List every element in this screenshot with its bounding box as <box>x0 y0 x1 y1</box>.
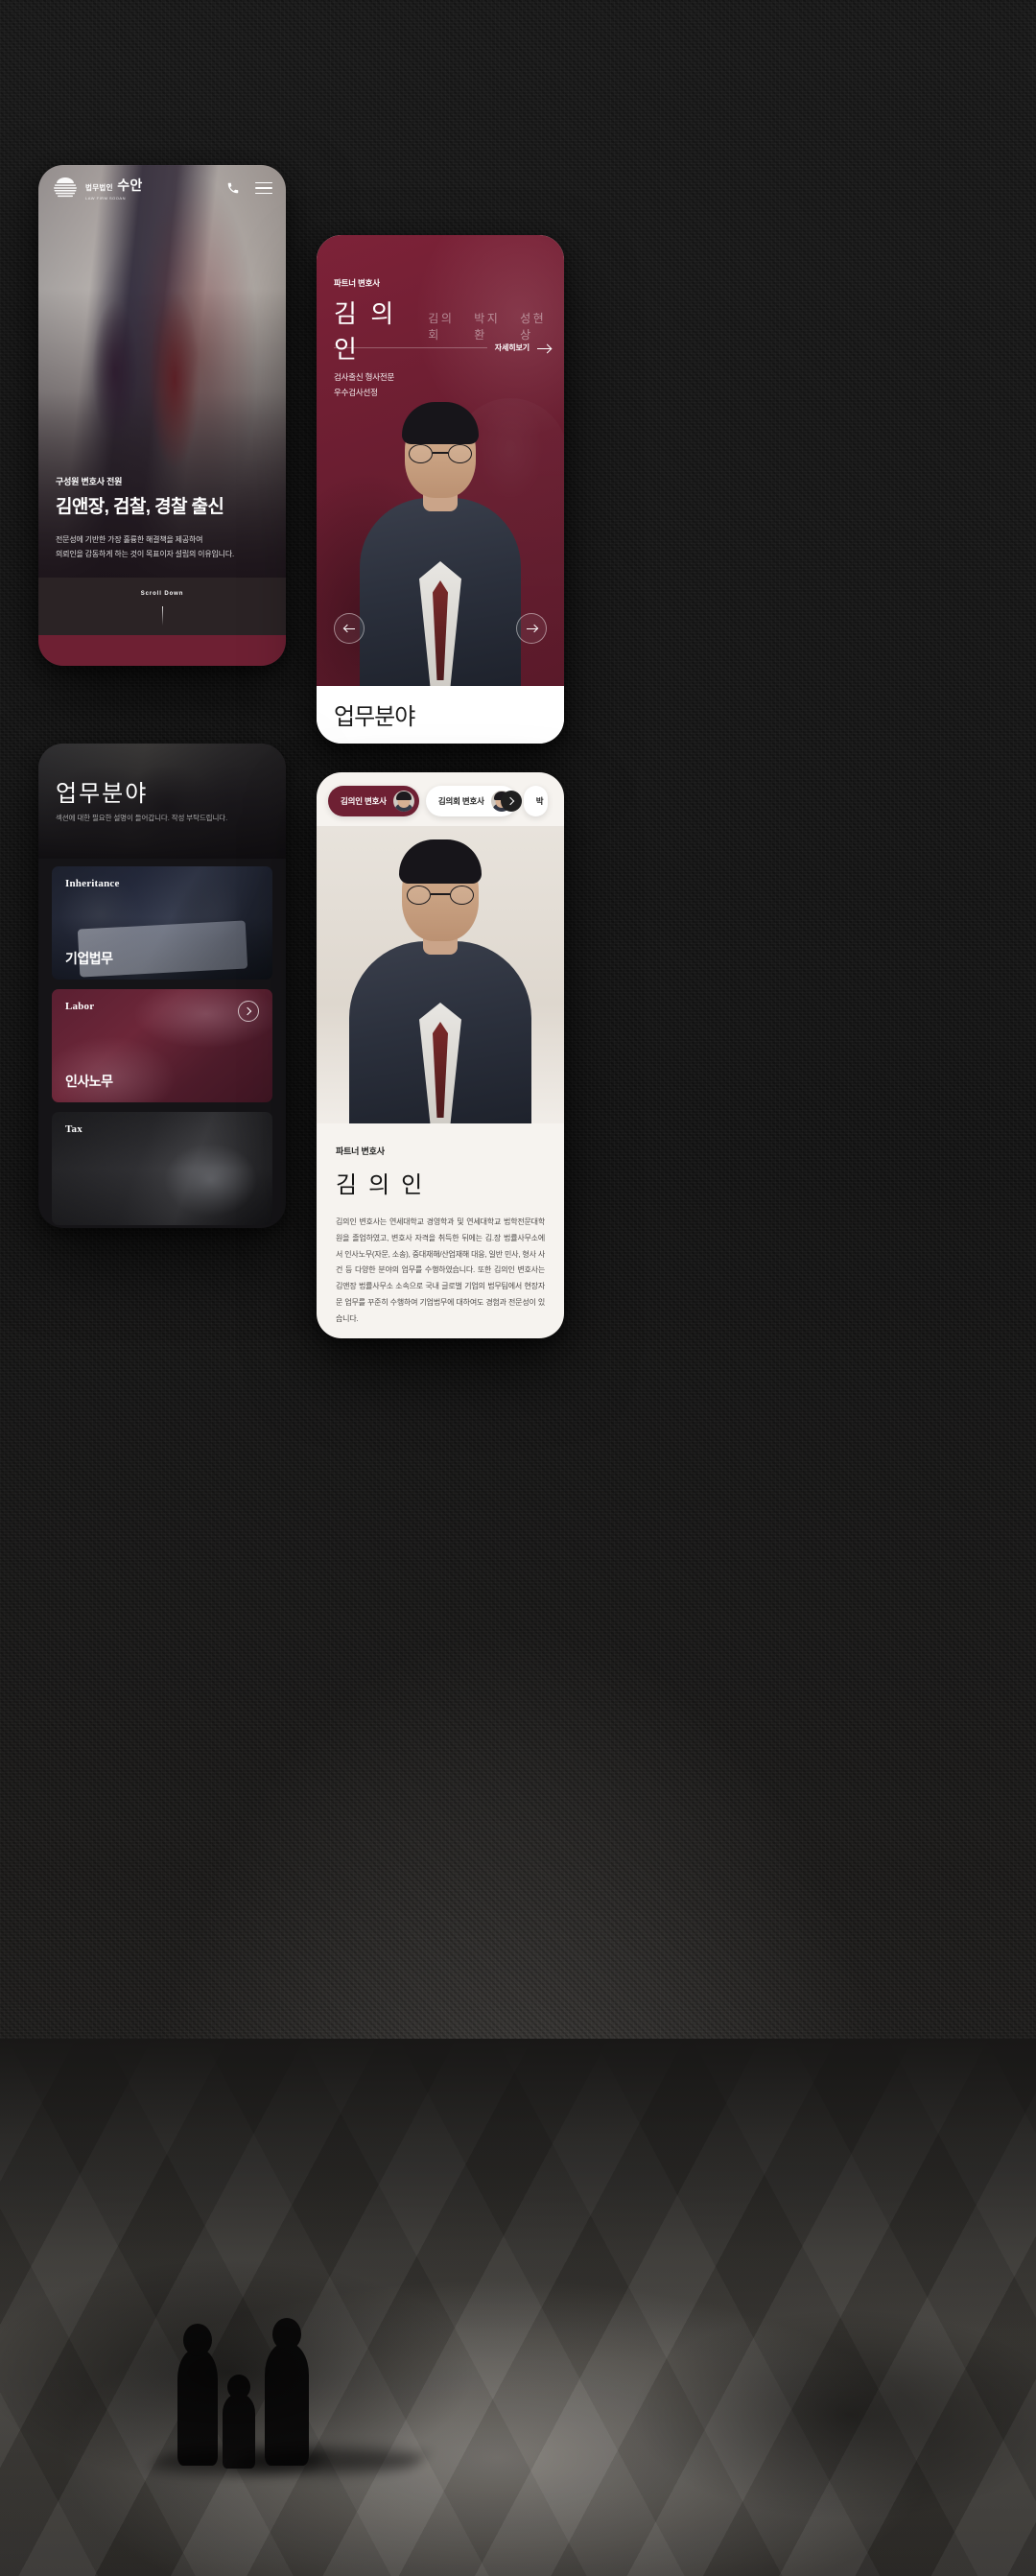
scroll-down-label: Scroll Down <box>140 591 184 597</box>
lawyer-tab-list: 김의인 변호사 김의회 변호사 박 <box>328 786 564 816</box>
lawyer-tab-label: 박 <box>535 796 544 806</box>
arrow-right-icon <box>537 344 551 352</box>
business-section-title: 업무분야 <box>56 782 149 807</box>
business-card-list: Inheritance 기업법무 Labor 인사노무 Tax <box>52 866 272 1225</box>
sooan-emblem-icon <box>52 177 79 200</box>
business-card-labor[interactable]: Labor 인사노무 <box>52 989 272 1102</box>
hero-description-line-2: 의뢰인을 감동하게 하는 것이 목표이자 설립의 이유입니다. <box>56 550 234 559</box>
mockup-lawyer-detail-screen: 김의인 변호사 김의회 변호사 박 파트너 변호사 김 의 인 김의인 변호사는… <box>317 772 564 1338</box>
avatar <box>392 791 414 812</box>
partner-more-label: 자세히보기 <box>494 343 530 352</box>
hamburger-menu-icon[interactable] <box>255 181 272 195</box>
partner-name-option[interactable]: 성현상 <box>520 310 551 343</box>
mockup-partner-screen: 파트너 변호사 김 의 인 김의회 박지환 성현상 자세히보기 검사출신 형사전… <box>317 235 564 744</box>
mockup-business-areas-screen: 업무분야 섹션에 대한 필요한 설명이 들어갑니다. 작성 부탁드립니다. In… <box>38 744 286 1228</box>
hero-copy-block: 구성원 변호사 전원 김앤장, 검찰, 경찰 출신 전문성에 기반한 가장 훌륭… <box>56 475 269 562</box>
silhouette-figure <box>224 2318 433 2473</box>
logo-ko-small: 법무법인 <box>85 183 113 192</box>
business-section-subtitle: 섹션에 대한 필요한 설명이 들어갑니다. 작성 부탁드립니다. <box>56 814 228 822</box>
next-section-peek: 업무분야 <box>317 686 564 744</box>
business-card-en-label: Tax <box>65 1123 82 1135</box>
lawyer-portrait-photo <box>317 826 564 1123</box>
partner-tag: 검사출신 형사전문 <box>334 372 395 382</box>
lawyer-role-label: 파트너 변호사 <box>336 1146 385 1156</box>
business-card-ko-label: 기업법무 <box>65 951 113 966</box>
partner-name-option[interactable]: 박지환 <box>474 310 505 343</box>
partner-carousel-nav <box>317 613 564 644</box>
lawyer-tab-label: 김의인 변호사 <box>341 796 387 806</box>
partner-eyebrow: 파트너 변호사 <box>334 278 380 288</box>
hero-title: 김앤장, 검찰, 경찰 출신 <box>56 497 224 518</box>
lawyer-tab-next-button[interactable] <box>501 791 522 812</box>
carousel-next-button[interactable] <box>516 613 547 644</box>
carousel-prev-button[interactable] <box>334 613 365 644</box>
lawyer-bio-block: 파트너 변호사 김 의 인 김의인 변호사는 연세대학교 경영학과 및 연세대학… <box>317 1123 564 1338</box>
business-card-en-label: Inheritance <box>65 878 120 889</box>
phone-icon[interactable] <box>226 181 240 195</box>
hero-eyebrow: 구성원 변호사 전원 <box>56 477 123 487</box>
arrow-right-icon[interactable] <box>238 1001 259 1022</box>
scroll-down-indicator[interactable]: Scroll Down <box>38 582 286 626</box>
business-card-ko-label: 인사노무 <box>65 1074 113 1089</box>
next-section-title: 업무분야 <box>334 705 415 730</box>
partner-card: 파트너 변호사 김 의 인 김의회 박지환 성현상 자세히보기 검사출신 형사전… <box>317 235 564 686</box>
business-card-inheritance[interactable]: Inheritance 기업법무 <box>52 866 272 980</box>
silhouette-figure <box>144 2324 334 2473</box>
scroll-down-line <box>161 606 163 626</box>
silhouette-figure <box>223 2375 255 2469</box>
site-header: 법무법인 수안 LAW FIRM SOOAN <box>38 165 286 211</box>
business-card-tax[interactable]: Tax <box>52 1112 272 1225</box>
background-lobby-photo <box>0 2039 1036 2576</box>
lawyer-description: 김의인 변호사는 연세대학교 경영학과 및 연세대학교 법학전문대학원을 졸업하… <box>336 1217 545 1323</box>
mockup-hero-screen: 법무법인 수안 LAW FIRM SOOAN 구성원 변호사 전원 김앤장, 검… <box>38 165 286 666</box>
hero-description-line-1: 전문성에 기반한 가장 훌륭한 해결책을 제공하여 <box>56 534 203 544</box>
logo-en-subtitle: LAW FIRM SOOAN <box>85 196 126 201</box>
lawyer-name: 김 의 인 <box>336 1173 426 1198</box>
partner-name-switcher: 김 의 인 김의회 박지환 성현상 <box>334 295 551 366</box>
hero-footer-bar <box>38 635 286 666</box>
partner-name-option[interactable]: 김의회 <box>428 310 459 343</box>
lawyer-tab-kim-eui-in[interactable]: 김의인 변호사 <box>328 786 419 816</box>
divider <box>334 347 487 348</box>
lawyer-tab-park[interactable]: 박 <box>523 786 549 816</box>
partner-tag-list: 검사출신 형사전문 우수검사선정 <box>334 369 394 400</box>
lawyer-tab-label: 김의회 변호사 <box>437 796 484 806</box>
partner-active-name[interactable]: 김 의 인 <box>334 295 412 366</box>
partner-more-link[interactable]: 자세히보기 <box>334 343 551 353</box>
site-logo[interactable]: 법무법인 수안 LAW FIRM SOOAN <box>52 176 142 201</box>
business-card-en-label: Labor <box>65 1001 95 1012</box>
logo-ko-big: 수안 <box>117 177 143 193</box>
